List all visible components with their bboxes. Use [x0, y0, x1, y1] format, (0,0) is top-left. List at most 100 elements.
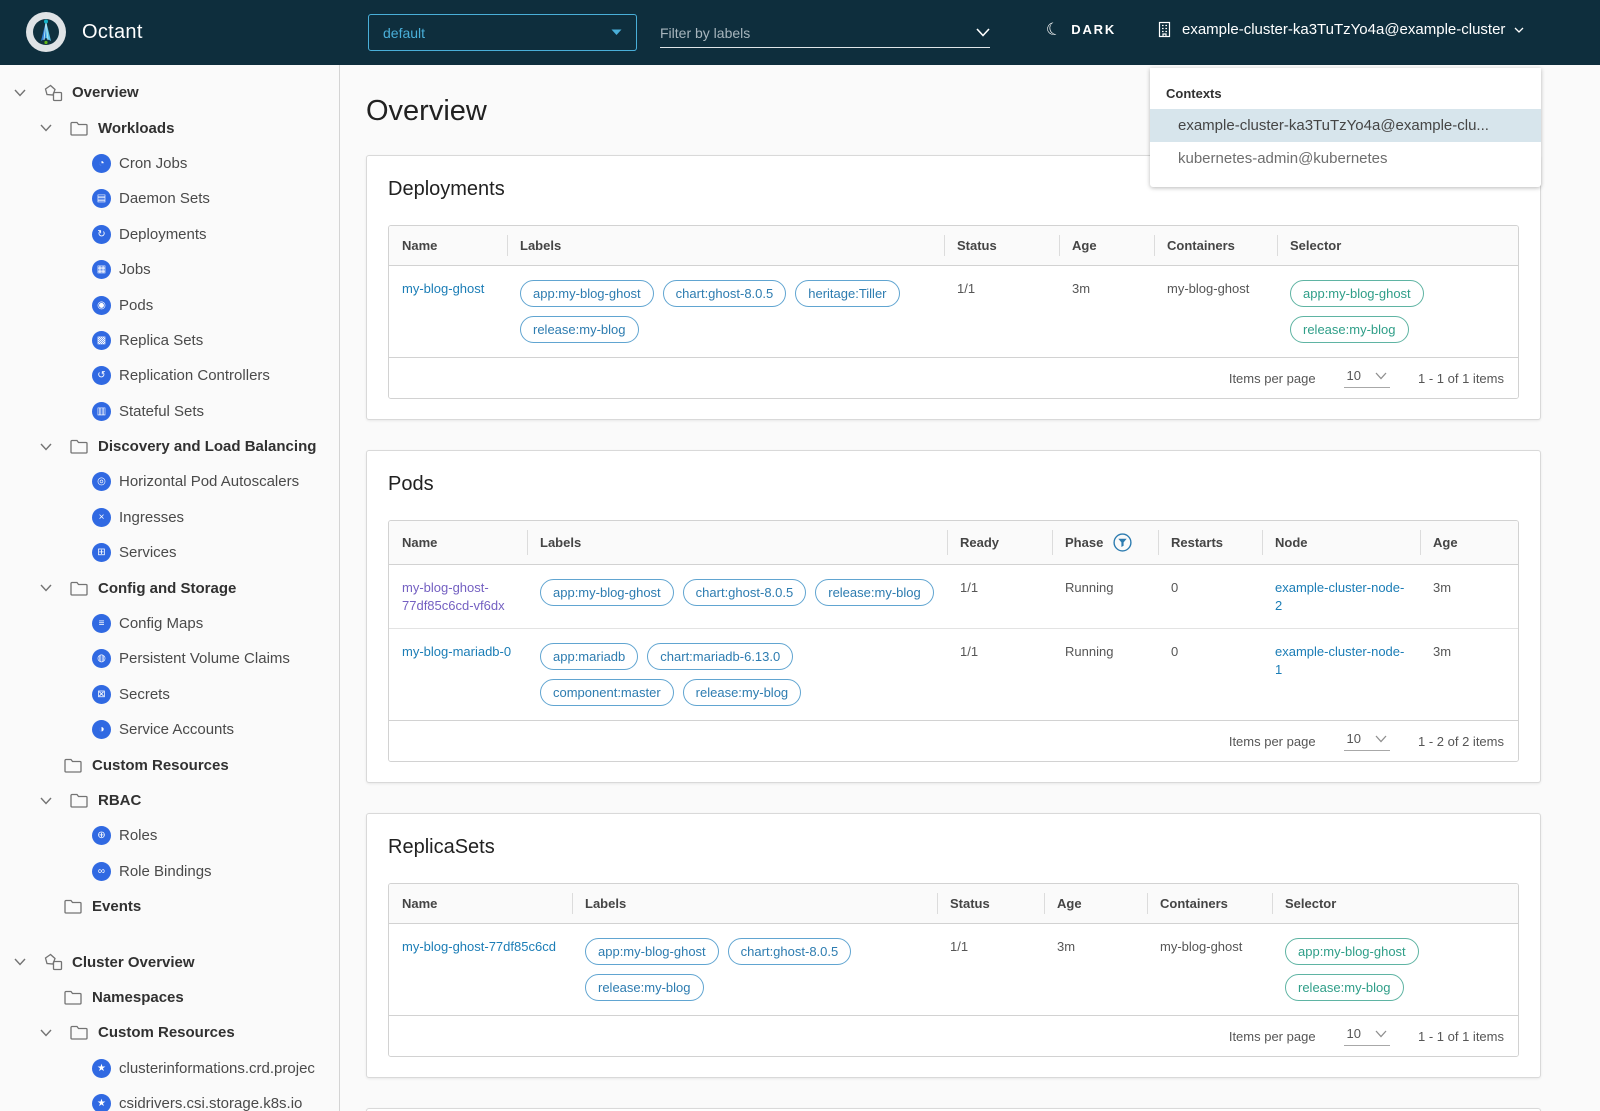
selector-tag: app:my-blog-ghost	[1285, 938, 1419, 966]
sidebar-item-label: Namespaces	[92, 988, 184, 1006]
column-header-node: Node	[1262, 521, 1420, 565]
node-link[interactable]: example-cluster-node-1	[1275, 644, 1404, 677]
chevron-down-icon[interactable]	[12, 954, 28, 970]
label-tag: app:my-blog-ghost	[585, 938, 719, 966]
secrets-icon: ⊠	[92, 684, 111, 704]
section-title: Pods	[388, 473, 434, 495]
sidebar-item-cron-jobs[interactable]: ◔ Cron Jobs	[0, 146, 339, 181]
sidebar-item-custom-resources[interactable]: Custom Resources	[0, 1015, 339, 1050]
column-header-age: Age	[1059, 226, 1154, 266]
sidebar-item-workloads[interactable]: Workloads	[0, 110, 339, 145]
theme-toggle-button[interactable]: ☾ DARK	[1044, 18, 1116, 40]
filter-funnel-icon[interactable]	[1113, 533, 1132, 552]
cell-labels: app:my-blog-ghost chart:ghost-8.0.5 releas…	[527, 565, 947, 628]
sidebar-item-clusterinformations-crd-projec[interactable]: ★ clusterinformations.crd.projec	[0, 1051, 339, 1086]
sidebar-item-jobs[interactable]: ▦ Jobs	[0, 252, 339, 287]
sidebar-item-stateful-sets[interactable]: ▥ Stateful Sets	[0, 394, 339, 429]
sidebar-item-csidrivers-csi-storage-k8s-io[interactable]: ★ csidrivers.csi.storage.k8s.io	[0, 1086, 339, 1111]
column-header-containers: Containers	[1154, 226, 1277, 266]
chevron-down-icon[interactable]	[38, 120, 54, 136]
cell-name: my-blog-ghost-77df85c6cd-vf6dx	[389, 565, 527, 628]
chevron-down-icon[interactable]	[38, 580, 54, 596]
role-bindings-icon: ∞	[92, 861, 111, 881]
context-label: example-cluster-ka3TuTzYo4a@example-clus…	[1182, 21, 1506, 38]
column-header-name: Name	[389, 521, 527, 565]
folder-icon	[62, 896, 84, 918]
cell-name: my-blog-ghost	[389, 266, 507, 357]
resource-name-link[interactable]: my-blog-ghost-77df85c6cd-vf6dx	[402, 580, 505, 613]
label-filter-input[interactable]: Filter by labels	[660, 18, 990, 48]
namespace-select[interactable]: default	[368, 14, 637, 51]
node-link[interactable]: example-cluster-node-2	[1275, 580, 1404, 613]
app-title: Octant	[82, 20, 143, 43]
sidebar-item-pods[interactable]: ◉ Pods	[0, 287, 339, 322]
selector-tag: app:my-blog-ghost	[1290, 280, 1424, 307]
sidebar-item-replication-controllers[interactable]: ↺ Replication Controllers	[0, 358, 339, 393]
context-menu-item[interactable]: kubernetes-admin@kubernetes	[1150, 142, 1541, 175]
sidebar-item-cluster-overview[interactable]: Cluster Overview	[0, 944, 339, 979]
caret-down-icon	[1375, 735, 1387, 743]
sidebar-item-rbac[interactable]: RBAC	[0, 783, 339, 818]
sidebar-item-label: Cluster Overview	[72, 953, 195, 971]
resource-name-link[interactable]: my-blog-ghost	[402, 281, 484, 296]
cell-age: 3m	[1057, 939, 1076, 955]
app-header: Octant default Filter by labels ☾ DARK e…	[0, 0, 1600, 65]
sidebar-nav: Overview Workloads ◔ Cron Jobs ▤ Daemon Sets ↻…	[0, 65, 340, 1111]
sidebar-item-label: Ingresses	[119, 508, 185, 526]
sidebar-item-secrets[interactable]: ⊠ Secrets	[0, 677, 339, 712]
caret-down-icon	[1514, 27, 1524, 33]
chevron-down-icon[interactable]	[38, 793, 54, 809]
sidebar-item-custom-resources[interactable]: Custom Resources	[0, 747, 339, 782]
chevron-down-icon[interactable]	[38, 439, 54, 455]
items-per-page-label: Items per page	[1228, 733, 1316, 749]
sidebar-item-overview[interactable]: Overview	[0, 75, 339, 110]
cell-containers: my-blog-ghost	[1167, 281, 1250, 296]
cell-ready: 1/1	[960, 580, 979, 595]
sidebar-item-config-maps[interactable]: ≡ Config Maps	[0, 606, 339, 641]
context-menu-item[interactable]: example-cluster-ka3TuTzYo4a@example-clu.…	[1150, 109, 1541, 142]
chevron-down-icon[interactable]	[38, 1025, 54, 1041]
sidebar-item-services[interactable]: ⊞ Services	[0, 535, 339, 570]
chevron-down-icon[interactable]	[12, 85, 28, 101]
sidebar-item-config-and-storage[interactable]: Config and Storage	[0, 570, 339, 605]
cell-age: 3m	[1072, 281, 1091, 296]
items-per-page-select[interactable]: 10	[1343, 1026, 1391, 1047]
sidebar-item-label: clusterinformations.crd.projec	[119, 1059, 315, 1077]
pagination-range: 1 - 2 of 2 items	[1418, 733, 1504, 749]
sidebar-item-persistent-volume-claims[interactable]: ◍ Persistent Volume Claims	[0, 641, 339, 676]
cell-name: my-blog-ghost-77df85c6cd	[389, 924, 572, 1015]
labels-tags: app:my-blog-ghost chart:ghost-8.0.5 herita…	[520, 280, 931, 343]
items-per-page-select[interactable]: 10	[1343, 368, 1391, 388]
sidebar-item-namespaces[interactable]: Namespaces	[0, 980, 339, 1015]
cell-name: my-blog-mariadb-0	[389, 628, 527, 720]
sidebar-item-horizontal-pod-autoscalers[interactable]: ◎ Horizontal Pod Autoscalers	[0, 464, 339, 499]
pagination-range: 1 - 1 of 1 items	[1418, 1028, 1504, 1044]
cell-labels: app:my-blog-ghost chart:ghost-8.0.5 herita…	[507, 266, 944, 357]
sidebar-item-discovery-and-load-balancing[interactable]: Discovery and Load Balancing	[0, 429, 339, 464]
label-tag: component:master	[540, 679, 674, 707]
sidebar-item-replica-sets[interactable]: ▩ Replica Sets	[0, 323, 339, 358]
sidebar-item-label: Overview	[72, 84, 139, 102]
sidebar-item-service-accounts[interactable]: ◑ Service Accounts	[0, 712, 339, 747]
sidebar-item-daemon-sets[interactable]: ▤ Daemon Sets	[0, 181, 339, 216]
horizontal-pod-autoscalers-icon: ◎	[92, 472, 111, 492]
resource-name-link[interactable]: my-blog-mariadb-0	[402, 644, 511, 659]
column-header-age: Age	[1420, 521, 1518, 565]
column-header-labels: Labels	[572, 884, 937, 925]
section-card-replicasets: ReplicaSets Name Labels Status Age Containers…	[366, 813, 1541, 1079]
sidebar-item-label: Secrets	[119, 685, 170, 703]
items-per-page-select[interactable]: 10	[1343, 731, 1391, 752]
sidebar-item-role-bindings[interactable]: ∞ Role Bindings	[0, 854, 339, 889]
sidebar-item-roles[interactable]: ⊕ Roles	[0, 818, 339, 853]
sidebar-item-label: Replication Controllers	[119, 367, 270, 385]
sidebar-item-events[interactable]: Events	[0, 889, 339, 924]
selector-tag: release:my-blog	[1285, 974, 1404, 1002]
main-content: Overview Deployments Name Labels Status Age C…	[341, 65, 1600, 1111]
label-tag: chart:mariadb-6.13.0	[647, 643, 794, 671]
sidebar-item-ingresses[interactable]: × Ingresses	[0, 500, 339, 535]
sidebar-item-deployments[interactable]: ↻ Deployments	[0, 217, 339, 252]
selector-tags: app:my-blog-ghost release:my-blog	[1285, 938, 1505, 1002]
resource-name-link[interactable]: my-blog-ghost-77df85c6cd	[402, 939, 556, 954]
labels-tags: app:my-blog-ghost chart:ghost-8.0.5 releas…	[540, 579, 934, 606]
context-selector-button[interactable]: example-cluster-ka3TuTzYo4a@example-clus…	[1156, 21, 1524, 38]
